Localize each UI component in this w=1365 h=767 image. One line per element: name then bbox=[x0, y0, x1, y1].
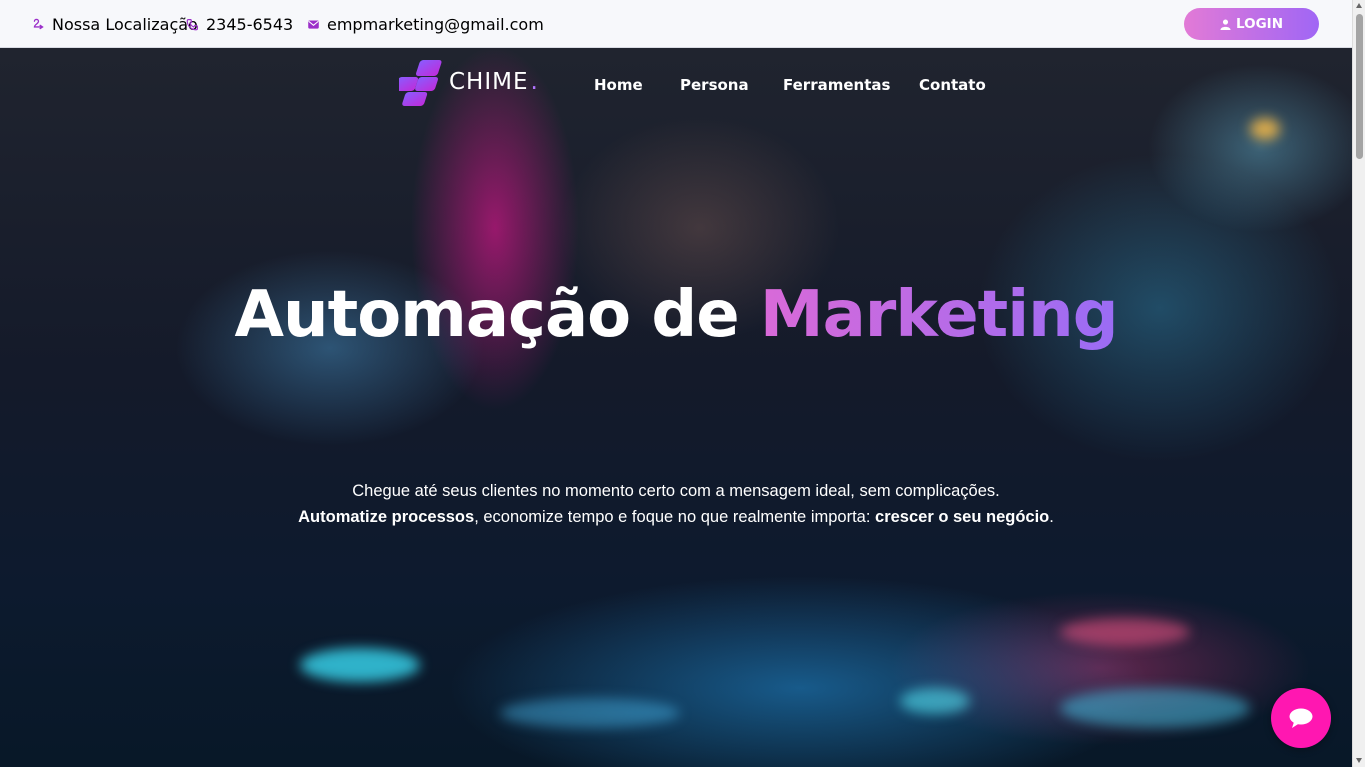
subtitle-bold1: Automatize processos bbox=[298, 508, 475, 526]
email-info[interactable]: empmarketing@gmail.com bbox=[307, 15, 544, 34]
hero-light-3 bbox=[1060, 618, 1190, 646]
nav-ferramentas[interactable]: Ferramentas bbox=[783, 76, 890, 94]
hero-section: CHIME . Home Persona Ferramentas Contato… bbox=[0, 48, 1352, 767]
hero-subtitle: Chegue até seus clientes no momento cert… bbox=[286, 478, 1066, 530]
logo-text: CHIME bbox=[449, 69, 529, 95]
top-bar: Nossa Localização 2345-6543 empmarketing… bbox=[0, 0, 1352, 48]
hero-light-5 bbox=[500, 698, 680, 728]
scroll-down-arrow[interactable] bbox=[1356, 758, 1362, 763]
email-text: empmarketing@gmail.com bbox=[327, 15, 544, 34]
main-nav: CHIME . Home Persona Ferramentas Contato bbox=[0, 48, 1352, 120]
phone-text: 2345-6543 bbox=[206, 15, 294, 34]
subtitle-line1: Chegue até seus clientes no momento cert… bbox=[352, 482, 1000, 500]
chat-button[interactable] bbox=[1271, 688, 1331, 748]
location-info[interactable]: Nossa Localização bbox=[32, 15, 198, 34]
subtitle-end: . bbox=[1049, 508, 1054, 526]
subtitle-bold2: crescer o seu negócio bbox=[875, 508, 1050, 526]
headline-accent: Marketing bbox=[759, 278, 1119, 352]
logo[interactable]: CHIME . bbox=[399, 58, 538, 106]
hero-light-2 bbox=[900, 688, 970, 714]
scroll-up-arrow[interactable] bbox=[1356, 3, 1362, 8]
user-icon bbox=[1220, 18, 1231, 30]
hero-headline: Automação de Marketing bbox=[0, 278, 1352, 352]
page-scrollbar[interactable] bbox=[1352, 0, 1365, 767]
login-button[interactable]: LOGIN bbox=[1184, 8, 1319, 40]
logo-dot: . bbox=[530, 69, 538, 95]
nav-contato[interactable]: Contato bbox=[919, 76, 986, 94]
hero-light-1 bbox=[300, 648, 420, 682]
login-label: LOGIN bbox=[1236, 16, 1283, 32]
phone-icon bbox=[186, 19, 198, 31]
headline-white: Automação de bbox=[234, 278, 760, 352]
email-icon bbox=[308, 20, 319, 29]
subtitle-mid: , economize tempo e foque no que realmen… bbox=[474, 508, 876, 526]
nav-home[interactable]: Home bbox=[594, 76, 643, 94]
scroll-thumb[interactable] bbox=[1356, 14, 1363, 159]
logo-icon bbox=[399, 60, 442, 106]
location-text: Nossa Localização bbox=[52, 15, 198, 34]
chat-icon bbox=[1289, 708, 1313, 728]
phone-info[interactable]: 2345-6543 bbox=[186, 15, 293, 34]
nav-persona[interactable]: Persona bbox=[680, 76, 749, 94]
hero-light-4 bbox=[1060, 688, 1250, 728]
location-icon bbox=[33, 18, 44, 30]
hero-light-6 bbox=[1250, 118, 1280, 140]
